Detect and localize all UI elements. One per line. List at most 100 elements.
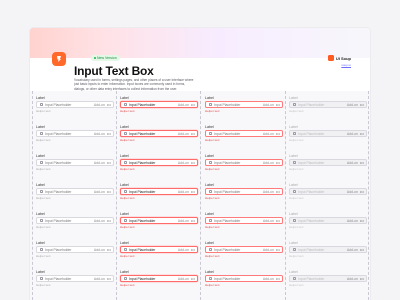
input-placeholder: Input Placeholder [45,189,72,194]
addon-label: Add-on [93,247,105,252]
input-row: Label Input Placeholder Add-on ••• Helper te… [30,125,370,156]
more-icon[interactable]: ••• [276,161,280,165]
helper-text: Helper text [289,138,304,142]
text-input[interactable]: Input Placeholder Add-on ••• [36,217,114,224]
text-input[interactable]: Input Placeholder Add-on ••• [205,101,283,108]
text-input[interactable]: Input Placeholder Add-on ••• [120,275,198,282]
more-icon[interactable]: ••• [107,248,111,252]
more-icon[interactable]: ••• [191,132,195,136]
header-gradient [30,28,370,58]
addon-label: Add-on [346,131,358,136]
text-input[interactable]: Input Placeholder Add-on ••• [120,101,198,108]
more-icon[interactable]: ••• [360,190,364,194]
helper-text: Helper text [289,109,304,113]
helper-text: Helper text [36,225,51,229]
more-icon[interactable]: ••• [276,277,280,281]
brand-block: UI Soup soup.io [327,55,351,67]
more-icon[interactable]: ••• [191,248,195,252]
field-label: Label [289,183,298,187]
input-placeholder: Input Placeholder [129,131,156,136]
more-icon[interactable]: ••• [191,161,195,165]
more-icon[interactable]: ••• [360,219,364,223]
more-icon[interactable]: ••• [276,190,280,194]
input-field-focus: Label Input Placeholder Add-on ••• Helper te… [120,270,198,300]
text-input[interactable]: Input Placeholder Add-on ••• [120,246,198,253]
addon-label: Add-on [177,102,189,107]
leading-icon [209,219,212,222]
more-icon[interactable]: ••• [191,277,195,281]
text-input[interactable]: Input Placeholder Add-on ••• [36,101,114,108]
input-field-disabled: Label Input Placeholder Add-on ••• Helper te… [289,241,367,272]
addon-label: Add-on [262,189,274,194]
text-input[interactable]: Input Placeholder Add-on ••• [205,130,283,137]
more-icon[interactable]: ••• [276,103,280,107]
text-input: Input Placeholder Add-on ••• [289,101,367,108]
input-row: Label Input Placeholder Add-on ••• Helper te… [30,96,370,127]
app-logo-icon [52,52,66,66]
addon-label: Add-on [262,247,274,252]
text-input[interactable]: Input Placeholder Add-on ••• [205,188,283,195]
more-icon[interactable]: ••• [107,161,111,165]
text-input[interactable]: Input Placeholder Add-on ••• [120,217,198,224]
input-placeholder: Input Placeholder [298,276,325,281]
input-field-error: Label Input Placeholder Add-on ••• Helper te… [205,183,283,214]
input-placeholder: Input Placeholder [45,276,72,281]
field-label: Label [289,270,298,274]
more-icon[interactable]: ••• [360,161,364,165]
leading-icon [40,103,43,106]
addon-label: Add-on [177,160,189,165]
more-icon[interactable]: ••• [107,219,111,223]
more-icon[interactable]: ••• [107,132,111,136]
input-placeholder: Input Placeholder [298,189,325,194]
helper-text: Helper text [205,167,220,171]
helper-text: Helper text [36,196,51,200]
helper-text: Helper text [120,138,135,142]
more-icon[interactable]: ••• [107,190,111,194]
addon-label: Add-on [93,218,105,223]
text-input[interactable]: Input Placeholder Add-on ••• [36,130,114,137]
input-placeholder: Input Placeholder [45,160,72,165]
input-placeholder: Input Placeholder [129,247,156,252]
helper-text: Helper text [289,167,304,171]
page-description: Vocabulary used in forms, settings pages… [74,78,194,91]
text-input[interactable]: Input Placeholder Add-on ••• [205,246,283,253]
text-input[interactable]: Input Placeholder Add-on ••• [36,159,114,166]
input-placeholder: Input Placeholder [129,160,156,165]
more-icon[interactable]: ••• [360,248,364,252]
leading-icon [40,219,43,222]
more-icon[interactable]: ••• [360,132,364,136]
field-label: Label [120,96,129,100]
more-icon[interactable]: ••• [276,248,280,252]
text-input[interactable]: Input Placeholder Add-on ••• [36,275,114,282]
addon-label: Add-on [262,102,274,107]
text-input[interactable]: Input Placeholder Add-on ••• [120,188,198,195]
more-icon[interactable]: ••• [191,103,195,107]
leading-icon [293,219,296,222]
more-icon[interactable]: ••• [191,219,195,223]
field-label: Label [289,125,298,129]
input-field-disabled: Label Input Placeholder Add-on ••• Helper te… [289,154,367,185]
leading-icon [209,103,212,106]
helper-text: Helper text [289,254,304,258]
leading-icon [209,248,212,251]
text-input[interactable]: Input Placeholder Add-on ••• [205,217,283,224]
text-input[interactable]: Input Placeholder Add-on ••• [205,275,283,282]
more-icon[interactable]: ••• [276,219,280,223]
text-input[interactable]: Input Placeholder Add-on ••• [36,246,114,253]
text-input[interactable]: Input Placeholder Add-on ••• [36,188,114,195]
more-icon[interactable]: ••• [360,277,364,281]
input-row: Label Input Placeholder Add-on ••• Helper te… [30,212,370,243]
more-icon[interactable]: ••• [360,103,364,107]
more-icon[interactable]: ••• [191,190,195,194]
more-icon[interactable]: ••• [107,277,111,281]
text-input[interactable]: Input Placeholder Add-on ••• [205,159,283,166]
text-input: Input Placeholder Add-on ••• [289,246,367,253]
more-icon[interactable]: ••• [276,132,280,136]
text-input[interactable]: Input Placeholder Add-on ••• [120,130,198,137]
more-icon[interactable]: ••• [107,103,111,107]
leading-icon [40,248,43,251]
brand-link[interactable]: soup.io [341,63,351,67]
text-input[interactable]: Input Placeholder Add-on ••• [120,159,198,166]
input-field-default: Label Input Placeholder Add-on ••• Helper te… [36,212,114,243]
field-label: Label [289,154,298,158]
